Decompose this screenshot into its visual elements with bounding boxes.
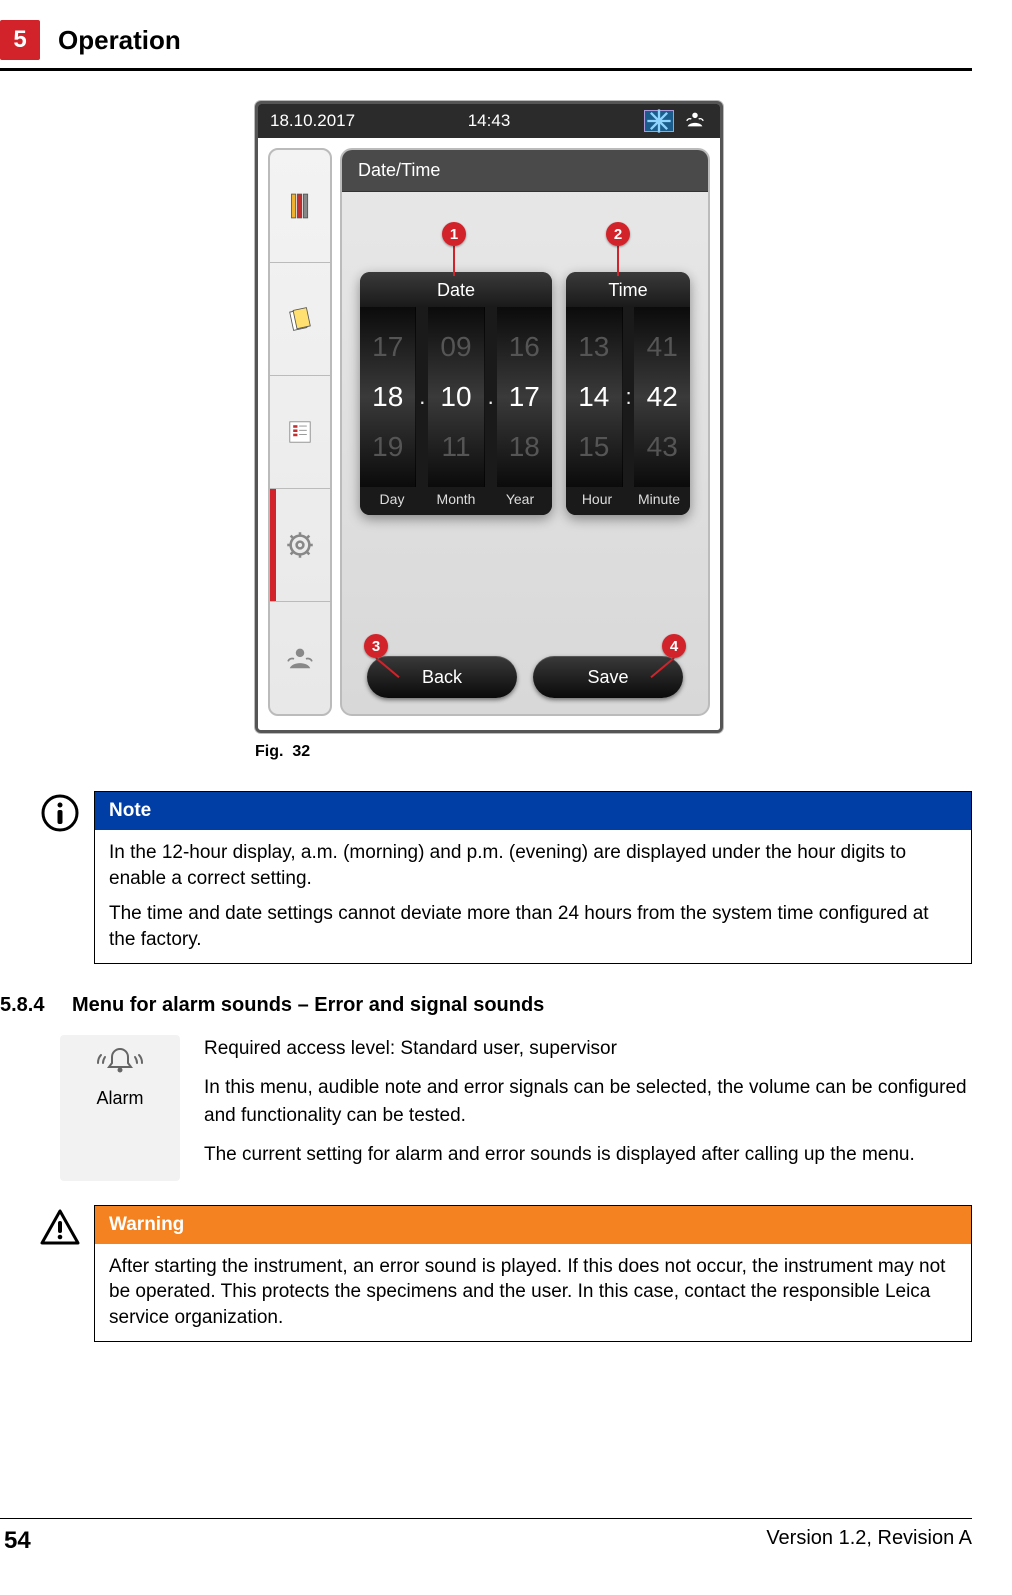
page-header: 5 Operation: [0, 20, 972, 60]
section-heading: 5.8.4 Menu for alarm sounds – Error and …: [0, 994, 972, 1017]
note-box: Note In the 12-hour display, a.m. (morni…: [40, 791, 972, 964]
note-text-2: The time and date settings cannot deviat…: [109, 901, 957, 952]
chapter-number-badge: 5: [0, 20, 40, 60]
sidebar-item-programs[interactable]: [270, 376, 330, 489]
year-label: Year: [488, 491, 552, 507]
warning-header: Warning: [95, 1206, 971, 1244]
minute-label: Minute: [628, 491, 690, 507]
warning-icon: [40, 1205, 84, 1252]
alarm-section: Alarm Required access level: Standard us…: [60, 1035, 972, 1181]
time-picker: Time 13 14 15 : 41: [566, 272, 690, 515]
sidebar-item-settings[interactable]: [270, 489, 330, 602]
callout-2: 2: [606, 222, 630, 246]
note-header: Note: [95, 792, 971, 830]
sidebar-item-user[interactable]: [270, 602, 330, 714]
settings-panel: Date/Time 1 2 Date: [340, 148, 710, 716]
date-separator: .: [485, 307, 497, 487]
callout-1: 1: [442, 222, 466, 246]
page-number: 54: [4, 1527, 31, 1555]
callout-line: [617, 246, 619, 276]
alarm-label: Alarm: [60, 1088, 180, 1109]
minute-wheel[interactable]: 41 42 43: [634, 307, 690, 487]
day-label: Day: [360, 491, 424, 507]
footer-divider: [0, 1518, 972, 1519]
date-separator: .: [416, 307, 428, 487]
header-divider: [0, 68, 972, 71]
date-picker: Date 17 18 19 . 09: [360, 272, 552, 515]
save-button[interactable]: Save: [533, 656, 683, 698]
hour-label: Hour: [566, 491, 628, 507]
back-button[interactable]: Back: [367, 656, 517, 698]
sidebar-item-slides[interactable]: [270, 263, 330, 376]
warning-box: Warning After starting the instrument, a…: [40, 1205, 972, 1342]
panel-title: Date/Time: [342, 150, 708, 192]
callout-line: [453, 246, 455, 276]
page-footer: 54 Version 1.2, Revision A: [0, 1527, 972, 1575]
alarm-text-1: Required access level: Standard user, su…: [204, 1035, 972, 1063]
day-wheel[interactable]: 17 18 19: [360, 307, 416, 487]
callout-3: 3: [364, 634, 388, 658]
status-snowflake-icon: [644, 110, 674, 132]
month-label: Month: [424, 491, 488, 507]
warning-text: After starting the instrument, an error …: [109, 1254, 957, 1331]
note-icon: [40, 791, 84, 838]
month-wheel[interactable]: 09 10 11: [428, 307, 484, 487]
callout-4: 4: [662, 634, 686, 658]
panel-content: 1 2 Date 17: [342, 192, 708, 640]
figure-caption: Fig. 32: [255, 743, 310, 761]
time-separator: :: [623, 307, 635, 487]
status-time: 14:43: [468, 111, 511, 131]
device-screenshot: 18.10.2017 14:43: [255, 101, 723, 733]
section-title: Menu for alarm sounds – Error and signal…: [72, 994, 544, 1017]
sidebar-item-reagents[interactable]: [270, 150, 330, 263]
alarm-icon: Alarm: [60, 1035, 180, 1181]
alarm-text-2: In this menu, audible note and error sig…: [204, 1074, 972, 1129]
status-date: 18.10.2017: [270, 111, 355, 131]
status-bar: 18.10.2017 14:43: [258, 104, 720, 138]
year-wheel[interactable]: 16 17 18: [497, 307, 552, 487]
time-picker-header: Time: [566, 272, 690, 307]
alarm-text-3: The current setting for alarm and error …: [204, 1141, 972, 1169]
version-label: Version 1.2, Revision A: [766, 1527, 972, 1555]
status-user-icon: [682, 108, 708, 135]
hour-wheel[interactable]: 13 14 15: [566, 307, 623, 487]
chapter-title: Operation: [58, 25, 181, 56]
note-text-1: In the 12-hour display, a.m. (morning) a…: [109, 840, 957, 891]
device-sidebar: [268, 148, 332, 716]
date-picker-header: Date: [360, 272, 552, 307]
bell-icon: [60, 1045, 180, 1084]
section-number: 5.8.4: [0, 994, 56, 1017]
